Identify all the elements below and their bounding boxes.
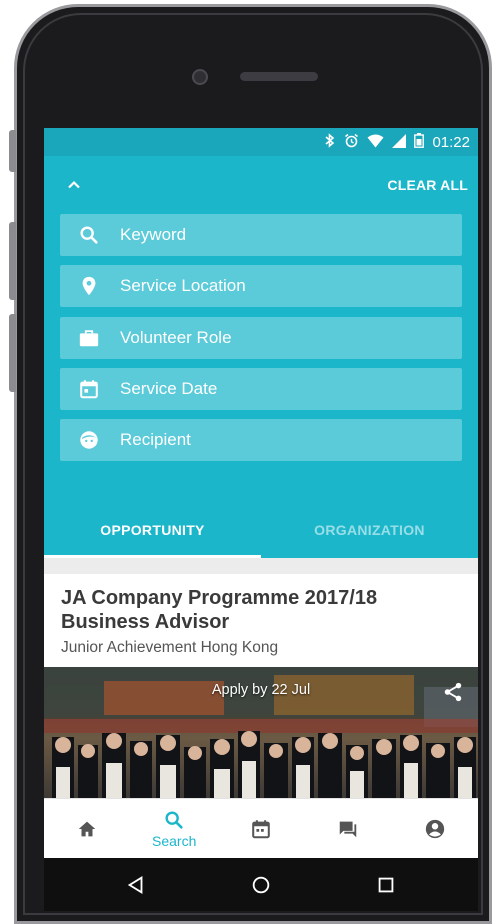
recipient-placeholder: Recipient bbox=[120, 430, 191, 450]
service-location-placeholder: Service Location bbox=[120, 276, 246, 296]
nav-calendar[interactable] bbox=[218, 818, 305, 840]
app-screen: 01:22 CLEAR ALL Keyword Service Location bbox=[44, 128, 478, 911]
card-title-line-2: Business Advisor bbox=[61, 611, 230, 633]
search-panel: CLEAR ALL Keyword Service Location Volun… bbox=[44, 156, 478, 558]
wifi-icon bbox=[367, 134, 384, 151]
system-navigation-bar bbox=[44, 858, 478, 911]
search-fields: Keyword Service Location Volunteer Role … bbox=[44, 214, 478, 462]
signal-icon bbox=[392, 133, 407, 151]
panel-header: CLEAR ALL bbox=[44, 156, 478, 214]
card-text: JA Company Programme 2017/18 Business Ad… bbox=[44, 574, 478, 667]
bottom-navigation: Search bbox=[44, 798, 478, 858]
alarm-icon bbox=[344, 133, 359, 151]
keyword-field[interactable]: Keyword bbox=[60, 214, 462, 256]
location-pin-icon bbox=[78, 275, 100, 297]
nav-search-label: Search bbox=[152, 832, 197, 849]
chevron-up-icon[interactable] bbox=[64, 175, 84, 195]
calendar-icon bbox=[250, 818, 272, 840]
opportunity-card[interactable]: JA Company Programme 2017/18 Business Ad… bbox=[44, 574, 478, 825]
status-time: 01:22 bbox=[432, 133, 470, 151]
volunteer-role-field[interactable]: Volunteer Role bbox=[60, 316, 462, 359]
chat-icon bbox=[337, 818, 359, 840]
service-date-field[interactable]: Service Date bbox=[60, 367, 462, 410]
tab-organization[interactable]: ORGANIZATION bbox=[261, 502, 478, 558]
nav-messages[interactable] bbox=[304, 818, 391, 840]
front-camera bbox=[192, 69, 208, 85]
service-location-field[interactable]: Service Location bbox=[60, 265, 462, 308]
result-type-tabs: OPPORTUNITY ORGANIZATION bbox=[44, 502, 478, 558]
clear-all-button[interactable]: CLEAR ALL bbox=[387, 177, 468, 193]
card-title: JA Company Programme 2017/18 Business Ad… bbox=[61, 586, 461, 634]
search-icon bbox=[163, 809, 185, 831]
side-button-mute bbox=[9, 130, 16, 172]
battery-icon bbox=[414, 133, 425, 151]
home-icon bbox=[76, 818, 98, 840]
nav-account[interactable] bbox=[391, 818, 478, 840]
side-button-volume-up bbox=[9, 222, 16, 300]
calendar-icon bbox=[78, 378, 100, 400]
tab-opportunity[interactable]: OPPORTUNITY bbox=[44, 502, 261, 558]
account-icon bbox=[424, 818, 446, 840]
face-icon bbox=[78, 429, 100, 451]
card-title-line-1: JA Company Programme 2017/18 bbox=[61, 587, 378, 609]
list-top-spacer bbox=[44, 558, 478, 574]
briefcase-icon bbox=[78, 327, 100, 349]
home-circle-icon[interactable] bbox=[250, 874, 272, 896]
back-icon[interactable] bbox=[125, 874, 147, 896]
bluetooth-icon bbox=[324, 133, 336, 151]
side-button-volume-down bbox=[9, 314, 16, 392]
recipient-field[interactable]: Recipient bbox=[60, 419, 462, 462]
volunteer-role-placeholder: Volunteer Role bbox=[120, 327, 232, 347]
nav-search[interactable]: Search bbox=[131, 809, 218, 849]
recents-square-icon[interactable] bbox=[375, 874, 397, 896]
nav-home[interactable] bbox=[44, 818, 131, 840]
search-icon bbox=[78, 224, 100, 246]
status-bar: 01:22 bbox=[44, 128, 478, 156]
keyword-placeholder: Keyword bbox=[120, 225, 187, 244]
apply-by-badge: Apply by 22 Jul bbox=[211, 682, 311, 698]
service-date-placeholder: Service Date bbox=[120, 378, 218, 398]
card-organization: Junior Achievement Hong Kong bbox=[61, 639, 279, 656]
earpiece-speaker bbox=[240, 72, 318, 81]
share-icon[interactable] bbox=[442, 681, 464, 703]
